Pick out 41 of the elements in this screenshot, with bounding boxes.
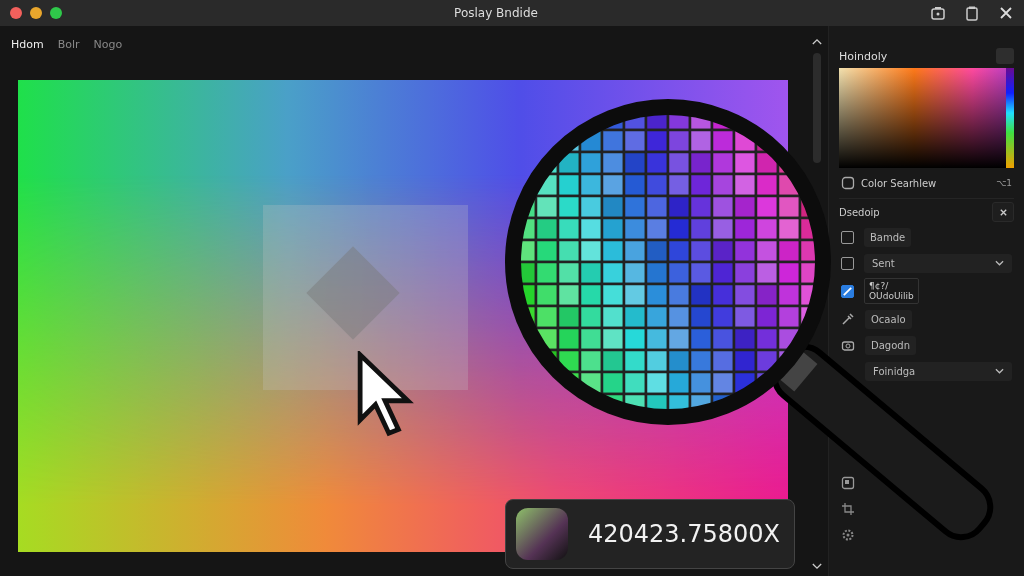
select-field[interactable]: Sent xyxy=(864,253,1012,273)
camera-icon[interactable] xyxy=(930,5,946,21)
frame-icon xyxy=(841,476,855,490)
checkbox[interactable] xyxy=(841,256,854,270)
panel-title: Hoindoly xyxy=(839,49,888,63)
gear-icon xyxy=(841,528,855,542)
chevron-down-icon xyxy=(995,260,1004,266)
camera-icon xyxy=(841,338,855,352)
clipboard-icon[interactable] xyxy=(964,5,980,21)
minimize-light[interactable] xyxy=(30,7,42,19)
eyedropper-icon xyxy=(841,312,855,326)
option-label: ¶¢?/ xyxy=(869,281,890,291)
tab[interactable]: Hdom xyxy=(6,34,49,54)
chevron-up-icon[interactable] xyxy=(812,38,822,45)
tool-button[interactable]: Dagodn xyxy=(865,335,916,355)
close-button[interactable] xyxy=(992,202,1014,222)
checkbox[interactable] xyxy=(841,230,854,244)
chevron-down-icon[interactable] xyxy=(812,563,822,570)
color-field[interactable] xyxy=(839,68,1006,168)
shortcut-label: ⌥1 xyxy=(995,178,1012,188)
checkbox[interactable] xyxy=(841,284,854,298)
zoom-light[interactable] xyxy=(50,7,62,19)
tab[interactable]: Bolr xyxy=(52,34,85,54)
square-icon xyxy=(841,176,855,190)
chevron-down-icon xyxy=(995,368,1004,374)
window-title: Poslay Bndide xyxy=(453,6,539,20)
close-light[interactable] xyxy=(10,7,22,19)
close-icon[interactable] xyxy=(998,5,1014,21)
searchlight-label: Color Searhlew xyxy=(861,177,937,189)
tool-button[interactable]: Ocaalo xyxy=(865,309,912,329)
select-field[interactable]: Foinidga xyxy=(865,361,1012,381)
crop-icon xyxy=(841,502,855,516)
option-sublabel: OUdoUilib xyxy=(869,291,914,301)
color-value: 420423.75800X xyxy=(588,520,781,548)
close-icon xyxy=(998,207,1008,217)
option-label[interactable]: Bamde xyxy=(864,227,912,247)
color-swatch xyxy=(516,508,568,560)
section-title: Dsedoip xyxy=(839,206,880,218)
cursor-icon xyxy=(356,351,414,439)
option-card[interactable]: ¶¢?/ OUdoUilib xyxy=(864,278,919,304)
tab[interactable]: Nogo xyxy=(88,34,128,54)
